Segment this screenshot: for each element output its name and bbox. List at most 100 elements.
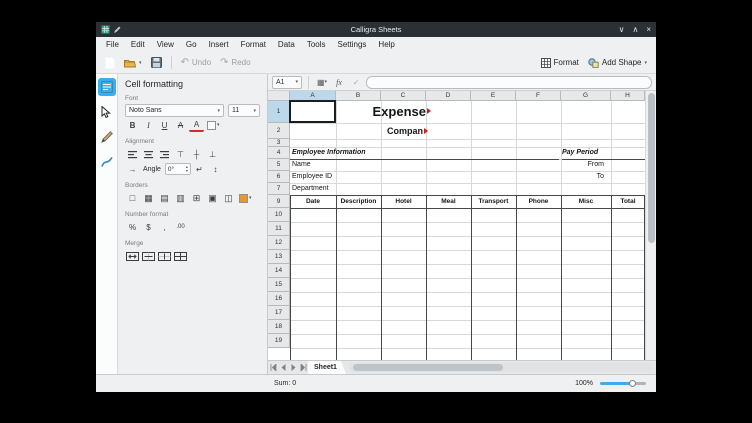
close-button[interactable]: × — [646, 22, 651, 37]
new-document-button[interactable] — [102, 54, 118, 71]
cell-title[interactable]: Expense — [336, 102, 426, 122]
precision-button[interactable]: .00 — [173, 220, 188, 234]
strikethrough-button[interactable]: A — [173, 118, 188, 132]
row-header-2[interactable]: 2 — [268, 123, 290, 139]
grid-viewport[interactable]: A B C D E F G H 1 2 3 4 5 6 7 9 10 11 12 13 14 15 16 17 18 19 Expe… — [268, 91, 656, 360]
border-outline-button[interactable]: ▣ — [205, 191, 220, 205]
zoom-slider-handle[interactable] — [628, 380, 636, 387]
merge-cells-button[interactable] — [125, 249, 140, 263]
border-horizontal-button[interactable]: ▤ — [157, 191, 172, 205]
menu-settings[interactable]: Settings — [333, 39, 372, 50]
percent-format-button[interactable]: % — [125, 220, 140, 234]
row-header-13[interactable]: 13 — [268, 250, 290, 264]
background-color-button[interactable]: ▾ — [205, 118, 222, 132]
italic-button[interactable]: I — [141, 118, 156, 132]
first-sheet-button[interactable] — [268, 361, 278, 374]
formula-input[interactable] — [366, 75, 652, 89]
row-header-1[interactable]: 1 — [268, 101, 290, 123]
border-none-button[interactable]: □ — [125, 191, 140, 205]
cell-formatting-tool-button[interactable] — [97, 78, 116, 96]
selection-tool-button[interactable] — [98, 103, 116, 121]
align-top-button[interactable]: ⊤ — [173, 147, 188, 161]
border-all-button[interactable]: ▦ — [141, 191, 156, 205]
font-size-select[interactable]: 11 ▾ — [228, 104, 260, 117]
row-header-14[interactable]: 14 — [268, 264, 290, 278]
column-header-F[interactable]: F — [516, 91, 561, 101]
undo-button[interactable]: ↶ Undo — [178, 54, 215, 71]
table-header-meal[interactable]: Meal — [426, 196, 471, 208]
minimize-button[interactable]: ∨ — [619, 22, 625, 37]
grid-corner[interactable] — [268, 91, 290, 101]
titlebar[interactable]: Calligra Sheets ∨ ∧ × — [96, 22, 656, 37]
table-header-transport[interactable]: Transport — [471, 196, 516, 208]
row-header-12[interactable]: 12 — [268, 236, 290, 250]
border-vertical-button[interactable]: ▥ — [173, 191, 188, 205]
column-header-E[interactable]: E — [471, 91, 516, 101]
menu-view[interactable]: View — [152, 39, 179, 50]
menu-data[interactable]: Data — [273, 39, 300, 50]
vertical-text-button[interactable]: ↕ — [208, 162, 223, 176]
align-bottom-button[interactable]: ⊥ — [205, 147, 220, 161]
cell-employee-information[interactable]: Employee Information — [292, 147, 422, 159]
cell-reference-box[interactable]: A1 ▾ — [272, 75, 302, 89]
underline-button[interactable]: U — [157, 118, 172, 132]
wrap-text-button[interactable]: ↵ — [192, 162, 207, 176]
table-header-description[interactable]: Description — [336, 196, 381, 208]
grid-canvas[interactable]: A B C D E F G H 1 2 3 4 5 6 7 9 10 11 12 13 14 15 16 17 18 19 Expe… — [268, 91, 645, 360]
save-button[interactable] — [148, 54, 165, 71]
cell-employee-id[interactable]: Employee ID — [292, 171, 372, 183]
row-header-11[interactable]: 11 — [268, 222, 290, 236]
text-color-button[interactable]: A — [189, 119, 204, 132]
indent-button[interactable]: → — [125, 162, 140, 176]
menu-help[interactable]: Help — [373, 39, 399, 50]
table-header-hotel[interactable]: Hotel — [381, 196, 426, 208]
menu-go[interactable]: Go — [181, 39, 202, 50]
cell-to[interactable]: To — [561, 171, 611, 183]
column-header-H[interactable]: H — [611, 91, 645, 101]
horizontal-scrollbar-thumb[interactable] — [352, 364, 503, 371]
merge-horizontal-button[interactable] — [141, 249, 156, 263]
cell-department[interactable]: Department — [292, 183, 372, 195]
column-header-B[interactable]: B — [336, 91, 381, 101]
menu-insert[interactable]: Insert — [204, 39, 234, 50]
zoom-slider-track[interactable] — [600, 382, 646, 385]
column-header-D[interactable]: D — [426, 91, 471, 101]
next-sheet-button[interactable] — [288, 361, 298, 374]
table-header-phone[interactable]: Phone — [516, 196, 561, 208]
angle-spinbox[interactable]: 0° ▴ ▾ — [164, 163, 191, 175]
table-header-misc[interactable]: Misc — [561, 196, 611, 208]
currency-format-button[interactable]: $ — [141, 220, 156, 234]
open-document-button[interactable]: ▾ — [121, 54, 145, 71]
cell-from[interactable]: From — [561, 159, 611, 171]
border-inner-button[interactable]: ⊞ — [189, 191, 204, 205]
row-header-19[interactable]: 19 — [268, 334, 290, 348]
cell-name[interactable]: Name — [292, 159, 372, 171]
apply-formula-button[interactable]: ✓ — [349, 76, 363, 89]
spin-arrows-icon[interactable]: ▴ ▾ — [186, 165, 188, 173]
column-header-G[interactable]: G — [561, 91, 611, 101]
border-color-button[interactable]: ▾ — [237, 191, 254, 205]
unmerge-cells-button[interactable] — [173, 249, 188, 263]
row-header-15[interactable]: 15 — [268, 278, 290, 292]
selected-cell-A1[interactable] — [289, 100, 336, 123]
row-header-6[interactable]: 6 — [268, 171, 290, 183]
insert-function-button[interactable]: fx — [332, 76, 346, 89]
previous-sheet-button[interactable] — [278, 361, 288, 374]
row-header-18[interactable]: 18 — [268, 320, 290, 334]
row-header-5[interactable]: 5 — [268, 159, 290, 171]
menu-file[interactable]: File — [101, 39, 124, 50]
border-middle-button[interactable]: ◫ — [221, 191, 236, 205]
align-right-button[interactable] — [157, 147, 172, 161]
row-header-9[interactable]: 9 — [268, 195, 290, 208]
cell-pay-period[interactable]: Pay Period — [562, 147, 642, 159]
sheet-tab-sheet1[interactable]: Sheet1 — [308, 361, 346, 374]
horizontal-scrollbar[interactable] — [348, 363, 653, 372]
named-range-button[interactable]: ▦ ▾ — [315, 76, 329, 89]
align-left-button[interactable] — [125, 147, 140, 161]
row-header-3[interactable]: 3 — [268, 139, 290, 147]
vertical-scrollbar-thumb[interactable] — [648, 93, 655, 243]
vertical-scrollbar[interactable] — [645, 91, 656, 360]
font-family-select[interactable]: Noto Sans ▾ — [125, 104, 224, 117]
row-header-10[interactable]: 10 — [268, 208, 290, 222]
align-center-button[interactable] — [141, 147, 156, 161]
